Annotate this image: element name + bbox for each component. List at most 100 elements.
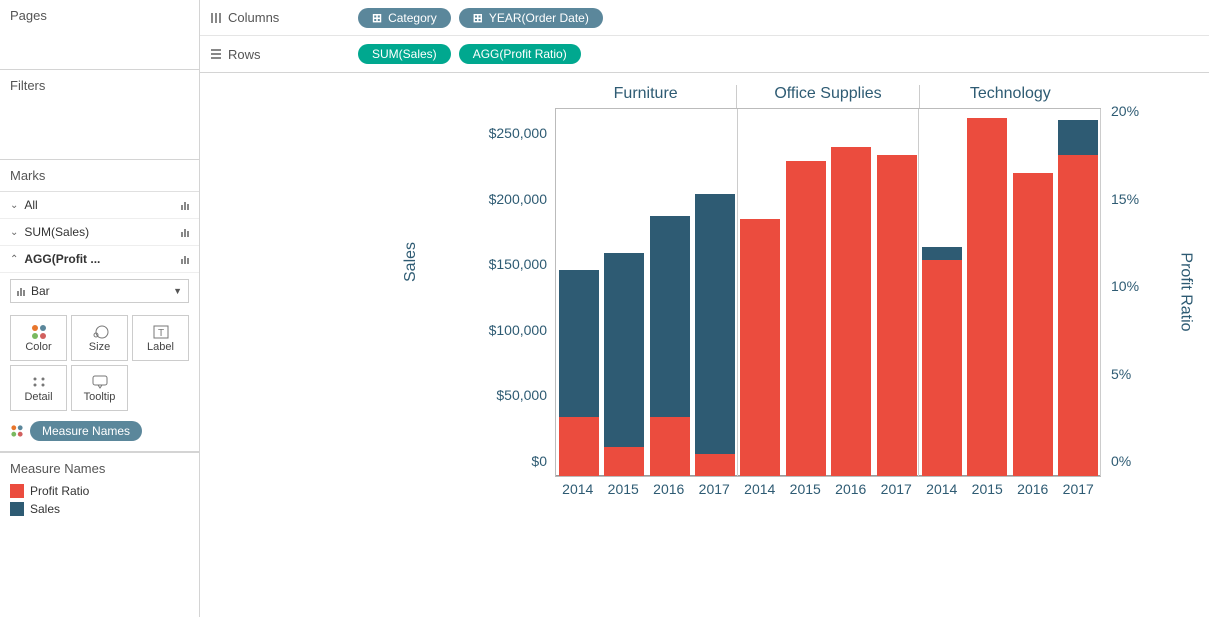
legend-profit-label: Profit Ratio <box>30 484 89 498</box>
marks-sumsales-row[interactable]: ⌄ SUM(Sales) <box>0 219 199 246</box>
measure-names-pill[interactable]: Measure Names <box>30 421 142 441</box>
color-icon <box>32 323 46 341</box>
measure-names-on-color[interactable]: Measure Names <box>0 417 199 451</box>
year-label: 2017 <box>692 481 738 505</box>
bar-profit-ratio[interactable] <box>922 260 962 476</box>
bar-profit-ratio[interactable] <box>604 447 644 476</box>
size-encoding-button[interactable]: Size <box>71 315 128 361</box>
color-label: Color <box>25 341 51 353</box>
y-right-tick: 0% <box>1111 453 1131 469</box>
year-label: 2014 <box>919 481 965 505</box>
y-right-tick: 5% <box>1111 366 1131 382</box>
bar-icon <box>181 227 189 237</box>
legend-item-profit[interactable]: Profit Ratio <box>10 482 189 500</box>
detail-encoding-button[interactable]: Detail <box>10 365 67 411</box>
bar-profit-ratio[interactable] <box>877 155 917 476</box>
marks-aggprofit-row[interactable]: ⌃AGG(Profit ... <box>0 246 199 273</box>
chart: Sales $0$50,000$100,000$150,000$200,000$… <box>415 89 1189 477</box>
year-label: 2015 <box>601 481 647 505</box>
marks-all-row[interactable]: ⌄ All <box>0 192 199 219</box>
pill-agg-profit-ratio[interactable]: AGG(Profit Ratio) <box>459 44 581 64</box>
chevron-down-icon: ⌄ <box>10 227 18 238</box>
pill-sum-sales[interactable]: SUM(Sales) <box>358 44 451 64</box>
bar-profit-ratio[interactable] <box>831 147 871 476</box>
legend-swatch <box>10 502 24 516</box>
bar-sales[interactable] <box>604 253 644 476</box>
marks-card: Marks ⌄ All ⌄ SUM(Sales) ⌃AGG(Profit ... B… <box>0 160 199 452</box>
y-left-axis-title: Sales <box>402 242 420 282</box>
y-left-axis: $0$50,000$100,000$150,000$200,000$250,00… <box>449 109 553 477</box>
y-right-tick: 10% <box>1111 278 1139 294</box>
year-label: 2015 <box>965 481 1011 505</box>
columns-label: Columns <box>228 10 279 25</box>
legend-item-sales[interactable]: Sales <box>10 500 189 518</box>
bar-profit-ratio[interactable] <box>786 161 826 476</box>
rows-icon <box>210 48 222 60</box>
size-icon <box>91 323 109 341</box>
year-label: 2016 <box>1010 481 1056 505</box>
label-encoding-button[interactable]: T Label <box>132 315 189 361</box>
year-label: 2015 <box>783 481 829 505</box>
year-label: 2016 <box>828 481 874 505</box>
year-label: 2017 <box>874 481 920 505</box>
marks-sumsales-label: SUM(Sales) <box>24 225 89 239</box>
size-label: Size <box>89 341 110 353</box>
legend-title: Measure Names <box>10 461 189 476</box>
category-header: Office Supplies <box>737 85 919 108</box>
x-axis-years: 2014201520162017201420152016201720142015… <box>555 481 1101 505</box>
label-icon: T <box>153 323 169 341</box>
year-label: 2016 <box>646 481 692 505</box>
y-right-tick: 15% <box>1111 191 1139 207</box>
marks-all-label: All <box>24 198 37 212</box>
left-panel: Pages Filters Marks ⌄ All ⌄ SUM(Sales) ⌃AG… <box>0 0 200 617</box>
y-left-tick: $250,000 <box>489 125 547 141</box>
viz-canvas[interactable]: Sales $0$50,000$100,000$150,000$200,000$… <box>200 73 1209 617</box>
mark-type-dropdown[interactable]: Bar ▼ <box>10 279 189 303</box>
year-label: 2017 <box>1056 481 1102 505</box>
bar-sales[interactable] <box>695 194 735 476</box>
mark-type-label: Bar <box>31 284 50 298</box>
columns-shelf[interactable]: Columns ⊞Category ⊞YEAR(Order Date) <box>200 0 1209 36</box>
tooltip-icon <box>92 373 108 391</box>
y-left-tick: $200,000 <box>489 191 547 207</box>
legend-swatch <box>10 484 24 498</box>
pill-year-orderdate[interactable]: ⊞YEAR(Order Date) <box>459 8 603 28</box>
bar-profit-ratio[interactable] <box>967 118 1007 476</box>
color-icon <box>11 425 22 436</box>
y-left-tick: $0 <box>531 453 547 469</box>
category-headers: FurnitureOffice SuppliesTechnology <box>555 85 1101 109</box>
chevron-down-icon: ⌄ <box>10 200 18 211</box>
rows-shelf[interactable]: Rows SUM(Sales) AGG(Profit Ratio) <box>200 36 1209 72</box>
bar-icon <box>181 254 189 264</box>
year-label: 2014 <box>555 481 601 505</box>
y-left-tick: $100,000 <box>489 322 547 338</box>
color-encoding-button[interactable]: Color <box>10 315 67 361</box>
y-right-axis: 0%5%10%15%20% <box>1105 109 1189 477</box>
filters-shelf[interactable]: Filters <box>0 70 199 160</box>
detail-icon <box>31 373 47 391</box>
bar-profit-ratio[interactable] <box>650 417 690 476</box>
category-header: Furniture <box>555 85 737 108</box>
plus-icon: ⊞ <box>372 11 382 25</box>
pill-category[interactable]: ⊞Category <box>358 8 451 28</box>
bar-profit-ratio[interactable] <box>740 219 780 476</box>
bar-profit-ratio[interactable] <box>1058 155 1098 476</box>
tooltip-encoding-button[interactable]: Tooltip <box>71 365 128 411</box>
bar-profit-ratio[interactable] <box>1013 173 1053 476</box>
rows-label: Rows <box>228 47 261 62</box>
filters-title: Filters <box>10 78 189 93</box>
bar-icon <box>181 200 189 210</box>
label-label: Label <box>147 341 174 353</box>
marks-title: Marks <box>0 160 199 192</box>
worksheet-area: Columns ⊞Category ⊞YEAR(Order Date) Rows… <box>200 0 1209 617</box>
bar-icon <box>17 286 25 296</box>
bar-profit-ratio[interactable] <box>695 454 735 476</box>
caret-down-icon: ▼ <box>173 286 182 296</box>
detail-label: Detail <box>24 391 52 403</box>
bar-profit-ratio[interactable] <box>559 417 599 476</box>
y-left-tick: $50,000 <box>496 387 547 403</box>
pages-shelf[interactable]: Pages <box>0 0 199 70</box>
color-legend-card: Measure Names Profit Ratio Sales <box>0 452 199 526</box>
category-header: Technology <box>920 85 1101 108</box>
y-right-tick: 20% <box>1111 103 1139 119</box>
